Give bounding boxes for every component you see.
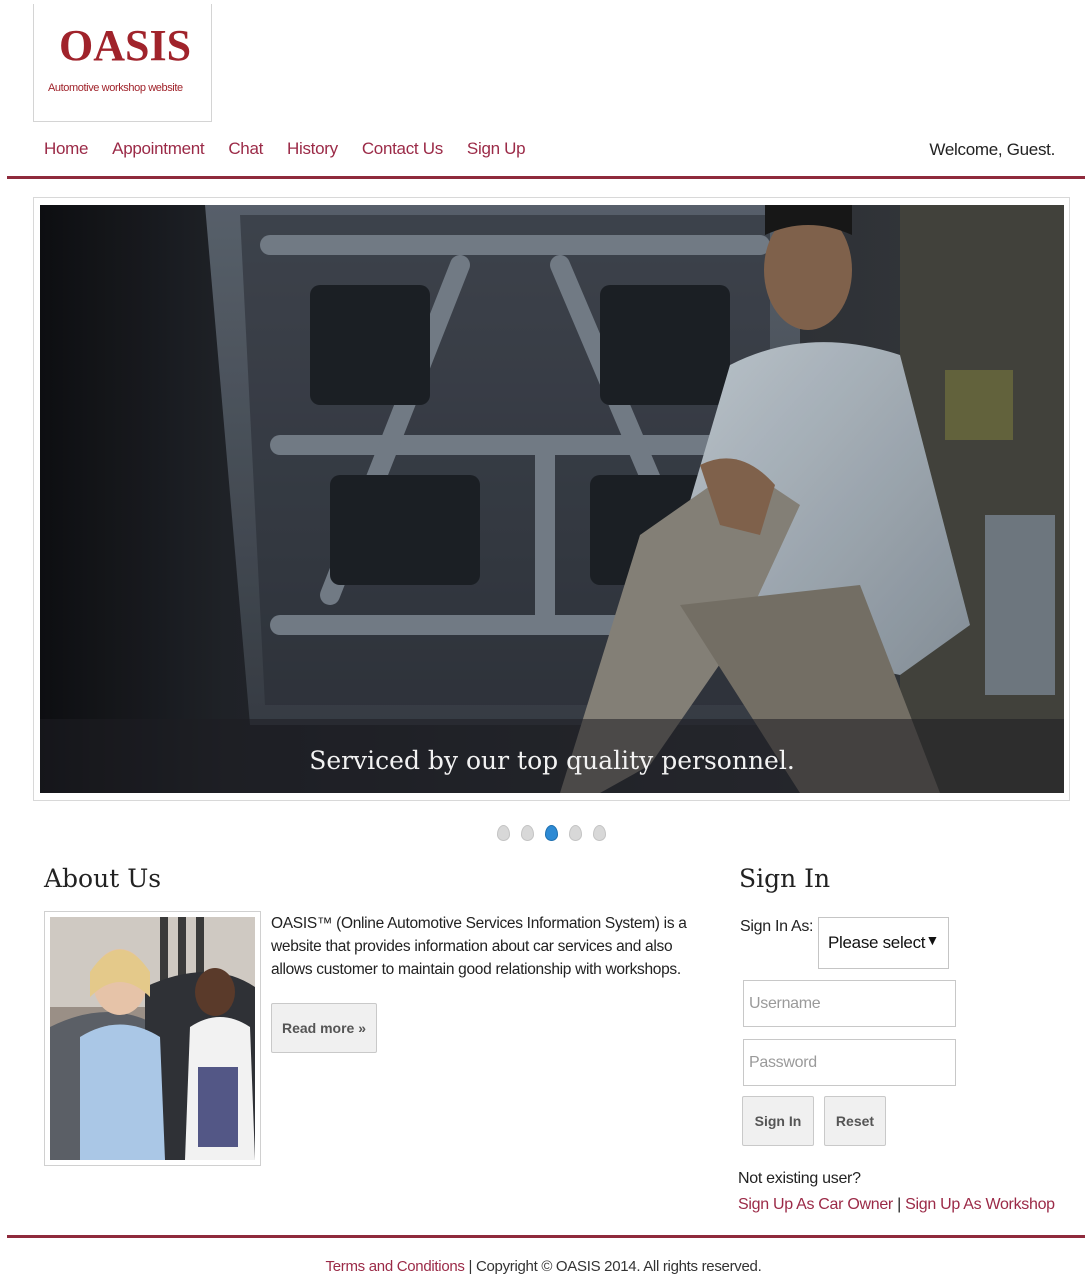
logo-subtitle: Automotive workshop website xyxy=(48,82,183,94)
copyright-text: | Copyright © OASIS 2014. All rights res… xyxy=(468,1258,762,1275)
signup-links: Sign Up As Car Owner | Sign Up As Worksh… xyxy=(738,1196,1055,1214)
site-logo[interactable]: OASIS Automotive workshop website xyxy=(33,4,212,122)
carousel-dot[interactable] xyxy=(593,825,606,841)
carousel-dot[interactable] xyxy=(569,825,582,841)
password-input[interactable] xyxy=(743,1039,956,1086)
role-select[interactable]: Please select ▼ xyxy=(818,917,949,969)
role-select-value: Please select xyxy=(828,933,926,952)
caret-down-icon: ▼ xyxy=(925,932,939,948)
nav-chat[interactable]: Chat xyxy=(228,139,263,159)
mechanic-photo xyxy=(40,205,1064,793)
footer-divider xyxy=(7,1235,1085,1238)
nav-contact-us[interactable]: Contact Us xyxy=(362,139,443,159)
carousel-dot[interactable] xyxy=(521,825,534,841)
sign-in-as-label: Sign In As: xyxy=(740,918,814,935)
footer: Terms and Conditions | Copyright © OASIS… xyxy=(0,1258,1087,1275)
about-photo xyxy=(44,911,261,1166)
nav-home[interactable]: Home xyxy=(44,139,88,159)
nav-sign-up[interactable]: Sign Up xyxy=(467,139,526,159)
link-separator: | xyxy=(897,1196,901,1213)
nav-history[interactable]: History xyxy=(287,139,338,159)
username-input[interactable] xyxy=(743,980,956,1027)
main-nav: Home Appointment Chat History Contact Us… xyxy=(44,139,549,159)
terms-link[interactable]: Terms and Conditions xyxy=(326,1258,465,1275)
carousel-indicators xyxy=(497,825,606,841)
carousel-dot-active[interactable] xyxy=(545,825,558,841)
carousel-dot[interactable] xyxy=(497,825,510,841)
signup-workshop-link[interactable]: Sign Up As Workshop xyxy=(905,1196,1055,1213)
signup-car-owner-link[interactable]: Sign Up As Car Owner xyxy=(738,1196,893,1213)
slide-caption: Serviced by our top quality personnel. xyxy=(309,746,795,775)
header-divider xyxy=(7,176,1085,179)
not-existing-user-text: Not existing user? xyxy=(738,1170,861,1187)
nav-appointment[interactable]: Appointment xyxy=(112,139,204,159)
reset-button[interactable]: Reset xyxy=(824,1096,886,1146)
welcome-message: Welcome, Guest. xyxy=(929,140,1055,159)
about-heading: About Us xyxy=(44,864,162,893)
hero-slide-image: Serviced by our top quality personnel. xyxy=(40,205,1064,793)
logo-title: OASIS xyxy=(59,21,192,70)
about-description: OASIS™ (Online Automotive Services Infor… xyxy=(271,915,687,978)
hero-carousel[interactable]: Serviced by our top quality personnel. xyxy=(33,197,1070,801)
workshop-staff-photo xyxy=(50,917,255,1160)
signin-heading: Sign In xyxy=(739,864,831,893)
read-more-button[interactable]: Read more » xyxy=(271,1003,377,1053)
sign-in-button[interactable]: Sign In xyxy=(742,1096,814,1146)
